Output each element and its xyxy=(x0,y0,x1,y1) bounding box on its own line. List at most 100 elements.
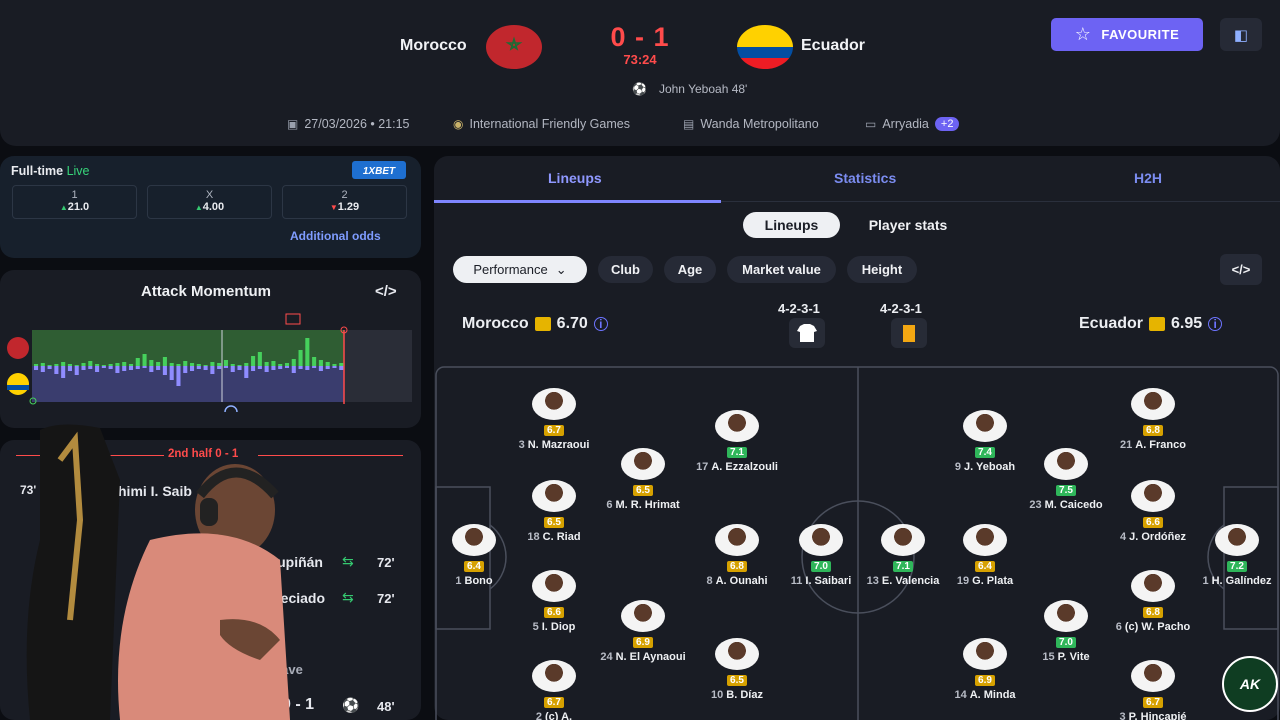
away-player[interactable]: 6.7 3 P. Hincapié xyxy=(1093,660,1213,720)
player-rating: 6.6 xyxy=(544,607,564,618)
chevron-down-icon: ⌄ xyxy=(555,261,567,277)
home-momentum-bar xyxy=(122,362,127,366)
home-momentum-bar xyxy=(298,350,303,366)
home-momentum-bar xyxy=(74,365,79,366)
divider-left xyxy=(16,455,164,456)
performance-label: Performance xyxy=(473,262,548,277)
player-number: 9 xyxy=(954,461,961,473)
info-icon[interactable]: i xyxy=(1208,317,1223,331)
embed-code-icon[interactable]: </> xyxy=(375,283,397,300)
away-momentum-bar xyxy=(210,366,215,374)
match-score: 0 - 1 xyxy=(610,22,670,52)
away-player[interactable]: 7.2 1 H. Galíndez xyxy=(1177,524,1280,587)
away-player[interactable]: 6.4 19 G. Plata xyxy=(925,524,1045,587)
away-momentum-bar xyxy=(34,366,39,370)
player-name: 10 B. Díaz xyxy=(677,689,797,701)
more-badge[interactable]: +2 xyxy=(934,117,960,131)
home-player[interactable]: 6.5 10 B. Díaz xyxy=(677,638,797,701)
sub-player-out[interactable]: A. Preciado xyxy=(248,590,325,606)
player-photo xyxy=(532,480,576,512)
compare-icon[interactable]: ◧ xyxy=(1220,18,1262,51)
player-number: 8 xyxy=(706,575,713,587)
home-player[interactable]: 7.1 17 A. Ezzalzouli xyxy=(677,410,797,473)
broadcaster-text[interactable]: Arryadia xyxy=(882,117,929,131)
player-rating: 6.9 xyxy=(633,637,653,648)
player-photo xyxy=(1044,600,1088,632)
away-player[interactable]: 6.8 21 A. Franco xyxy=(1093,388,1213,451)
home-player[interactable]: 6.7 3 N. Mazraoui xyxy=(494,388,614,451)
odds-button-x[interactable]: X ▲4.00 xyxy=(147,185,272,219)
away-team-label: Ecuador xyxy=(1079,315,1144,332)
player-rating: 6.8 xyxy=(727,561,747,572)
home-player[interactable]: 6.7 2 (c) A. xyxy=(494,660,614,720)
player-photo xyxy=(799,524,843,556)
sub-player-in[interactable]: P. Estupiñán xyxy=(240,554,323,570)
player-rating: 6.6 xyxy=(1143,517,1163,528)
player-name-text: I. Diop xyxy=(541,621,576,633)
performance-dropdown[interactable]: Performance ⌄ xyxy=(453,256,587,283)
odds-button-2[interactable]: 2 ▼1.29 xyxy=(282,185,407,219)
calendar-icon: ▣ xyxy=(287,117,299,131)
player-name-text: H. Galíndez xyxy=(1211,575,1272,587)
half-title: 2nd half 0 - 1 xyxy=(168,448,239,460)
filter-age[interactable]: Age xyxy=(664,256,716,283)
home-momentum-bar xyxy=(318,360,323,366)
away-momentum-bar xyxy=(237,366,242,370)
home-momentum-bar xyxy=(149,360,154,366)
broadcaster[interactable]: ▭ Arryadia +2 xyxy=(865,117,960,131)
competition-text[interactable]: International Friendly Games xyxy=(469,117,630,131)
tab-h2h[interactable]: H2H xyxy=(1134,170,1162,186)
player-name-text: Bono xyxy=(464,575,493,587)
sub-minute: 72' xyxy=(377,555,395,570)
goal-minute: 48' xyxy=(377,699,395,714)
filter-market-value[interactable]: Market value xyxy=(727,256,836,283)
player-photo xyxy=(532,570,576,602)
segment-player-stats[interactable]: Player stats xyxy=(846,212,970,238)
player-photo xyxy=(963,524,1007,556)
home-team-name[interactable]: Morocco xyxy=(400,37,467,55)
player-name-text: P. Vite xyxy=(1057,651,1090,663)
player-name: 18 C. Riad xyxy=(494,531,614,543)
away-momentum-bar xyxy=(128,366,134,370)
player-name: 6 (c) W. Pacho xyxy=(1093,621,1213,633)
ecuador-flag-icon[interactable] xyxy=(737,25,793,69)
away-momentum-bar xyxy=(162,366,167,375)
event-minute: 73' xyxy=(20,483,37,497)
player-rating: 6.7 xyxy=(1143,697,1163,708)
bookmaker-logo[interactable]: 1XBET xyxy=(352,161,406,179)
home-momentum-bar xyxy=(95,364,100,366)
away-momentum-bar xyxy=(325,366,330,369)
away-team-rating: Ecuador 6.95 i xyxy=(1079,315,1223,333)
player-name: 21 A. Franco xyxy=(1093,439,1213,451)
away-team-name[interactable]: Ecuador xyxy=(801,37,865,55)
info-icon[interactable]: i xyxy=(593,317,608,331)
player-photo xyxy=(963,638,1007,670)
odds-value: ▲21.0 xyxy=(13,201,136,213)
player-name-text: N. Mazraoui xyxy=(527,439,590,451)
additional-odds-link[interactable]: Additional odds xyxy=(290,229,381,243)
filter-height[interactable]: Height xyxy=(847,256,917,283)
morocco-flag-icon[interactable] xyxy=(486,25,542,69)
odds-label: 2 xyxy=(341,189,348,201)
competition[interactable]: ◉ International Friendly Games xyxy=(453,117,630,131)
player-name: 3 P. Hincapié xyxy=(1093,711,1213,720)
home-momentum-bar xyxy=(156,362,161,366)
home-momentum-bar xyxy=(47,365,52,366)
away-momentum-area xyxy=(32,366,344,402)
home-momentum-bar xyxy=(339,363,344,366)
segment-lineups[interactable]: Lineups xyxy=(743,212,840,238)
tab-statistics[interactable]: Statistics xyxy=(834,170,896,186)
embed-code-icon[interactable]: </> xyxy=(1220,254,1262,285)
football-icon: ⚽ xyxy=(342,697,360,713)
filter-club[interactable]: Club xyxy=(598,256,653,283)
favourite-button[interactable]: ☆ FAVOURITE xyxy=(1051,18,1203,51)
channel-logo: AK xyxy=(1222,656,1278,712)
home-momentum-bar xyxy=(135,358,140,366)
active-tab-indicator xyxy=(434,200,721,203)
player-name-text: M. R. Hrimat xyxy=(615,499,680,511)
arrow-up-icon: ▲ xyxy=(59,203,68,212)
tab-lineups[interactable]: Lineups xyxy=(548,170,602,186)
away-momentum-bar xyxy=(196,366,201,369)
odds-label: 1 xyxy=(71,189,78,201)
odds-button-1[interactable]: 1 ▲21.0 xyxy=(12,185,137,219)
